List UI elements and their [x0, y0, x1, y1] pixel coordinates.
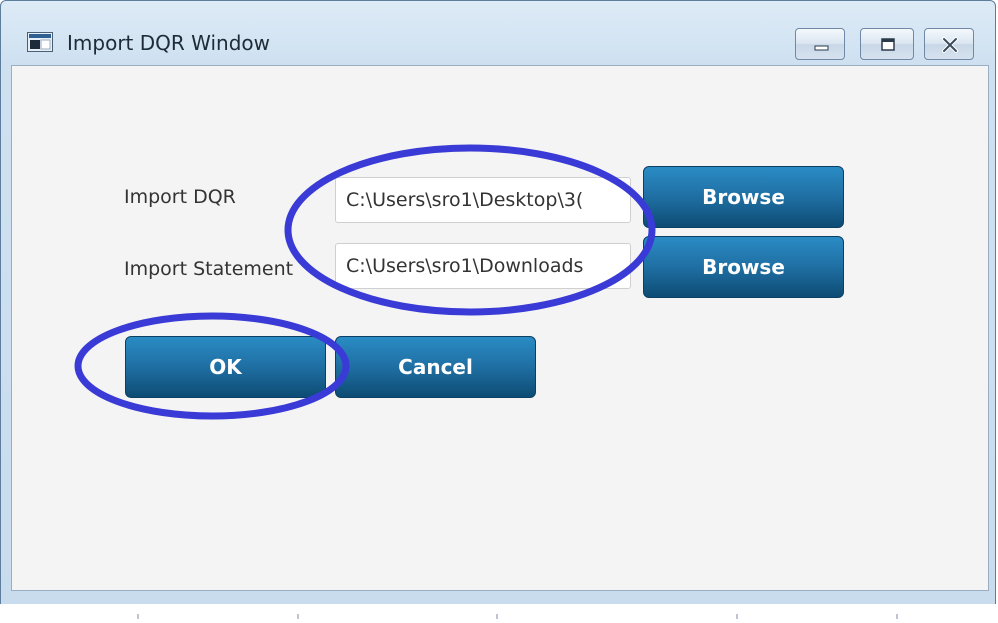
browse-statement-button[interactable]: Browse — [643, 236, 844, 298]
import-dqr-path-field[interactable]: C:\Users\sro1\Desktop\3( — [335, 177, 631, 223]
import-dqr-window: Import DQR Window Import DQR C:\Users\sr… — [0, 0, 996, 605]
background-strip — [0, 604, 998, 619]
app-window-icon — [27, 32, 53, 52]
cancel-button[interactable]: Cancel — [335, 336, 536, 398]
minimize-button[interactable] — [795, 28, 845, 60]
import-statement-label: Import Statement — [124, 258, 294, 280]
ok-button[interactable]: OK — [125, 336, 326, 398]
window-title: Import DQR Window — [67, 31, 270, 55]
import-statement-path-field[interactable]: C:\Users\sro1\Downloads — [335, 243, 631, 289]
dialog-content: Import DQR C:\Users\sro1\Desktop\3( Brow… — [11, 65, 989, 591]
title-bar[interactable]: Import DQR Window — [1, 1, 995, 65]
browse-dqr-button[interactable]: Browse — [643, 166, 844, 228]
close-button[interactable] — [924, 28, 974, 60]
import-dqr-label: Import DQR — [124, 186, 236, 208]
maximize-button[interactable] — [860, 28, 914, 60]
